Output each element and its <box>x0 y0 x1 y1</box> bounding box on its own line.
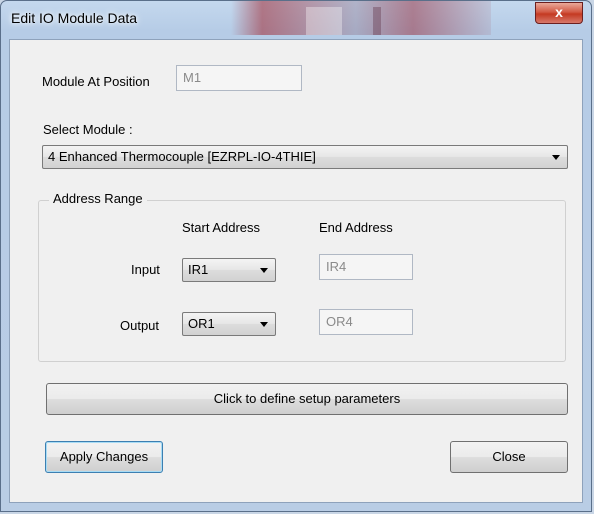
title-bar[interactable]: Edit IO Module Data x <box>1 1 591 39</box>
chevron-down-icon <box>260 322 268 327</box>
end-address-header: End Address <box>319 220 393 235</box>
select-module-label: Select Module : <box>43 122 133 137</box>
close-window-button[interactable]: x <box>535 2 583 24</box>
module-select-dropdown[interactable]: 4 Enhanced Thermocouple [EZRPL-IO-4THIE] <box>42 145 568 169</box>
input-start-address-select[interactable]: IR1 <box>182 258 276 282</box>
window-title: Edit IO Module Data <box>11 10 138 26</box>
apply-changes-button[interactable]: Apply Changes <box>45 441 163 473</box>
module-position-field[interactable]: M1 <box>176 65 302 91</box>
close-icon: x <box>555 4 563 20</box>
address-range-group <box>38 200 566 362</box>
chevron-down-icon <box>260 268 268 273</box>
close-button[interactable]: Close <box>450 441 568 473</box>
output-end-address-field[interactable]: OR4 <box>319 309 413 335</box>
start-address-header: Start Address <box>182 220 261 235</box>
output-start-address-select[interactable]: OR1 <box>182 312 276 336</box>
input-start-address-value: IR1 <box>188 262 209 277</box>
output-label: Output <box>120 318 160 333</box>
address-range-title: Address Range <box>49 191 147 206</box>
chevron-down-icon <box>552 155 560 160</box>
input-label: Input <box>131 262 160 277</box>
define-setup-parameters-button[interactable]: Click to define setup parameters <box>46 383 568 415</box>
module-select-value: 4 Enhanced Thermocouple [EZRPL-IO-4THIE] <box>48 149 316 164</box>
output-start-address-value: OR1 <box>188 316 215 331</box>
module-position-label: Module At Position <box>42 74 150 89</box>
input-end-address-field[interactable]: IR4 <box>319 254 413 280</box>
